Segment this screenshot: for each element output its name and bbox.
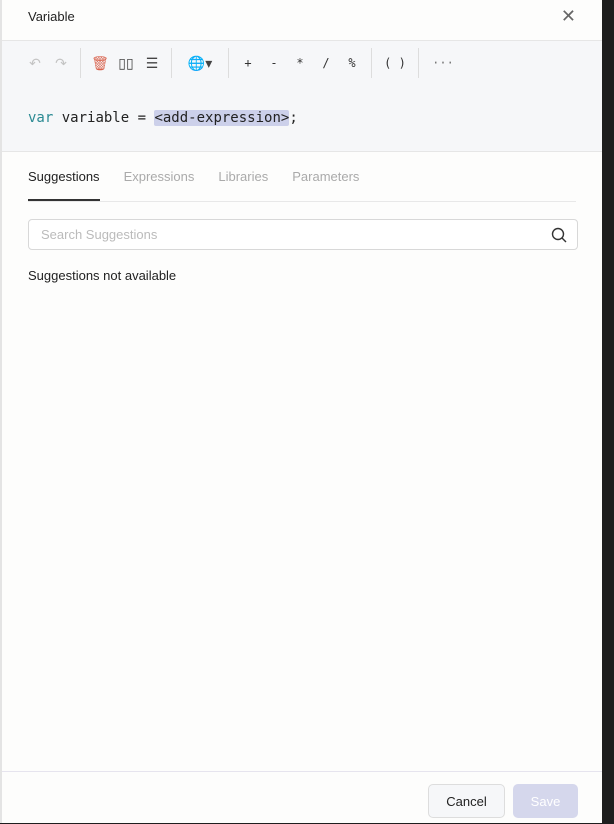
more-icon[interactable]: ··· — [425, 56, 461, 70]
close-icon[interactable]: ✕ — [561, 6, 576, 27]
empty-message: Suggestions not available — [28, 268, 177, 283]
modulo-button[interactable]: % — [339, 56, 365, 70]
divider — [80, 48, 81, 78]
search-input[interactable] — [39, 226, 551, 243]
expression-editor[interactable]: var variable = <add-expression>; — [2, 85, 602, 152]
footer: Cancel Save — [2, 771, 602, 824]
parentheses-button[interactable]: ( ) — [378, 56, 412, 70]
redo-icon[interactable]: ↷ — [48, 55, 74, 72]
code-text: variable = — [53, 110, 155, 126]
divider — [371, 48, 372, 78]
document-icon[interactable]: ☰ — [139, 55, 165, 72]
minus-button[interactable]: - — [261, 56, 287, 70]
save-button[interactable]: Save — [513, 784, 578, 818]
cancel-button[interactable]: Cancel — [428, 784, 505, 818]
search-box — [28, 219, 578, 250]
semicolon: ; — [289, 110, 298, 126]
plus-button[interactable]: + — [235, 56, 261, 70]
divider — [171, 48, 172, 78]
expression-placeholder[interactable]: <add-expression> — [154, 110, 290, 126]
tab-suggestions[interactable]: Suggestions — [28, 165, 100, 201]
columns-icon[interactable]: ▯▯ — [113, 55, 139, 72]
divider — [228, 48, 229, 78]
undo-icon[interactable]: ↶ — [22, 55, 48, 72]
divider — [418, 48, 419, 78]
panel-header: Variable ✕ — [2, 0, 602, 32]
panel-title: Variable — [28, 8, 75, 24]
keyword: var — [28, 110, 54, 126]
tabs: Suggestions Expressions Libraries Parame… — [28, 165, 576, 202]
variable-panel: Variable ✕ ↶ ↷ 🗑 ▯▯ ☰ 🌐▾ + - * / % ( ) ·… — [0, 0, 602, 823]
tab-libraries[interactable]: Libraries — [218, 165, 268, 201]
tab-expressions[interactable]: Expressions — [124, 165, 195, 201]
search-icon[interactable] — [551, 227, 567, 243]
multiply-button[interactable]: * — [287, 56, 313, 70]
globe-icon[interactable]: 🌐▾ — [178, 55, 222, 72]
delete-icon[interactable]: 🗑 — [87, 55, 113, 72]
tab-parameters[interactable]: Parameters — [292, 165, 359, 201]
toolbar: ↶ ↷ 🗑 ▯▯ ☰ 🌐▾ + - * / % ( ) ··· — [2, 40, 602, 86]
divide-button[interactable]: / — [313, 56, 339, 70]
